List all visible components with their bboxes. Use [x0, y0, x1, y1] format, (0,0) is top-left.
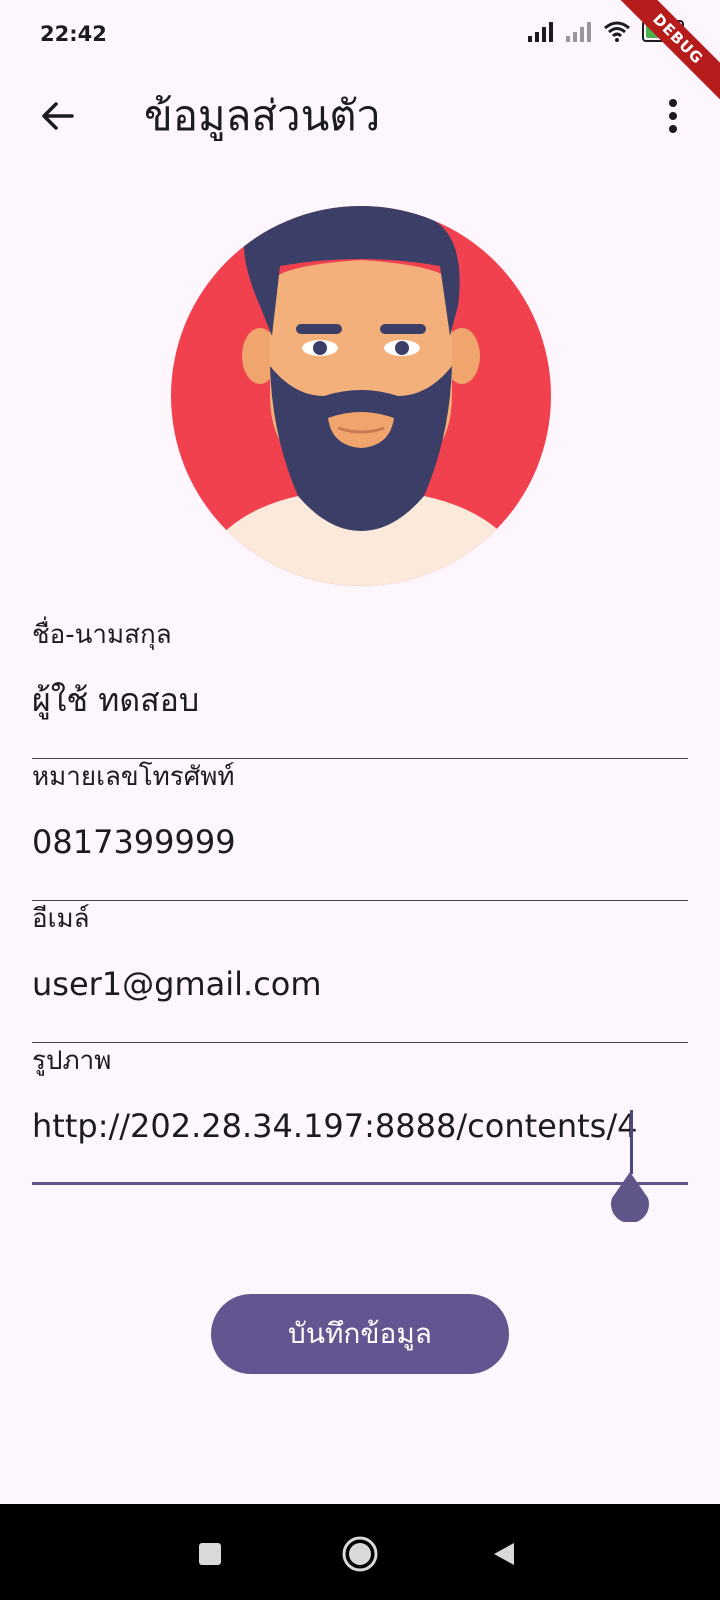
- recent-apps-button[interactable]: [188, 1532, 232, 1576]
- email-label: อีเมล์: [32, 904, 90, 934]
- system-nav-bar: [0, 1504, 720, 1600]
- cursor-handle[interactable]: [608, 1172, 652, 1222]
- email-underline: [32, 1042, 688, 1043]
- more-options-button[interactable]: [658, 88, 688, 144]
- phone-field[interactable]: หมายเลขโทรศัพท์ 0817399999: [32, 760, 688, 902]
- email-input[interactable]: user1@gmail.com: [32, 962, 688, 1006]
- image-url-underline: [32, 1182, 688, 1185]
- triangle-back-icon: [494, 1543, 514, 1565]
- back-button[interactable]: [30, 88, 86, 144]
- avatar-image: [171, 206, 551, 586]
- name-underline: [32, 758, 688, 759]
- name-input[interactable]: ผู้ใช้ ทดสอบ: [32, 678, 688, 722]
- signal-icon: [528, 22, 553, 42]
- arrow-back-icon: [42, 102, 74, 130]
- image-url-input[interactable]: http://202.28.34.197:8888/contents/4: [32, 1104, 688, 1148]
- status-time: 22:42: [40, 22, 107, 46]
- phone-label: หมายเลขโทรศัพท์: [32, 762, 235, 792]
- email-field[interactable]: อีเมล์ user1@gmail.com: [32, 902, 688, 1044]
- more-vert-icon: [669, 99, 677, 133]
- image-url-field[interactable]: รูปภาพ http://202.28.34.197:8888/content…: [32, 1044, 688, 1222]
- square-icon: [199, 1543, 221, 1565]
- phone-input[interactable]: 0817399999: [32, 820, 688, 864]
- back-nav-button[interactable]: [482, 1532, 526, 1576]
- name-label: ชื่อ-นามสกุล: [32, 620, 172, 650]
- page-title: ข้อมูลส่วนตัว: [144, 91, 381, 140]
- app-bar: ข้อมูลส่วนตัว: [0, 70, 720, 170]
- home-circle-icon: [342, 1536, 378, 1572]
- status-bar: 22:42 42: [0, 0, 720, 105]
- avatar: [168, 196, 554, 596]
- phone-underline: [32, 900, 688, 901]
- signal-weak-icon: [566, 22, 591, 42]
- profile-screen: 22:42 42: [0, 0, 720, 1600]
- home-button[interactable]: [338, 1532, 382, 1576]
- name-field[interactable]: ชื่อ-นามสกุล ผู้ใช้ ทดสอบ: [32, 618, 688, 760]
- image-url-label: รูปภาพ: [32, 1046, 112, 1076]
- save-button[interactable]: บันทึกข้อมูล: [211, 1294, 509, 1374]
- text-cursor: [630, 1110, 633, 1174]
- wifi-icon: [604, 21, 630, 42]
